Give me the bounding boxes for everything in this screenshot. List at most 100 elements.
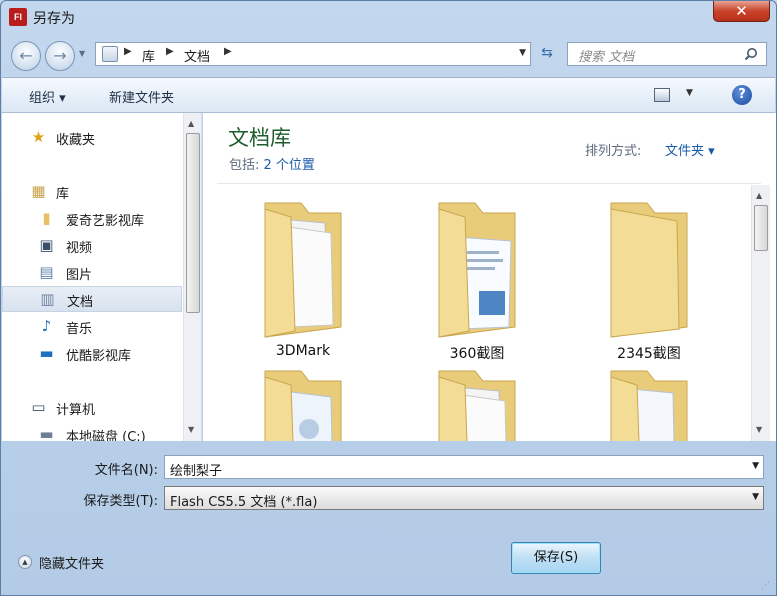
scroll-up-icon[interactable]: ▲ — [756, 191, 762, 200]
nav-label: 本地磁盘 (C:) — [66, 430, 146, 441]
search-input[interactable]: 搜索 文档 — [578, 46, 634, 65]
file-list-scrollbar[interactable]: ▲ ▼ — [751, 185, 770, 441]
close-button[interactable]: ✕ — [713, 1, 770, 22]
breadcrumb-documents[interactable]: 文档 — [184, 46, 210, 65]
save-type-value: Flash CS5.5 文档 (*.fla) — [170, 495, 318, 510]
video-library-icon: ▣ — [39, 236, 54, 254]
nav-scrollbar[interactable]: ▲ ▼ — [183, 113, 201, 441]
resize-grip-icon[interactable]: ⋰ — [761, 581, 773, 593]
nav-label: 爱奇艺影视库 — [66, 214, 145, 229]
nav-label: 收藏夹 — [56, 133, 96, 148]
arrange-by-dropdown[interactable]: 文件夹 ▾ — [665, 140, 715, 159]
folder-papers-icon — [264, 202, 342, 338]
back-arrow-icon: ← — [19, 46, 33, 65]
save-as-dialog: Fl 另存为 ✕ ← → ▼ ▶ 库 ▶ 文档 ▶ ▼ ⇆ 搜索 文档 组织 ▾… — [0, 0, 777, 596]
music-library-icon: ♪ — [41, 317, 52, 335]
star-icon: ★ — [31, 128, 46, 146]
view-mode-icon[interactable] — [654, 88, 670, 102]
breadcrumb-separator-icon[interactable]: ▶ — [224, 46, 232, 57]
nav-label: 图片 — [66, 268, 93, 283]
includes-label: 包括: — [229, 158, 260, 173]
nav-label: 计算机 — [56, 403, 96, 418]
nav-label: 视频 — [66, 241, 93, 256]
nav-label: 库 — [56, 187, 70, 202]
folder-papers-icon — [264, 370, 342, 441]
folder-item[interactable] — [407, 361, 547, 441]
library-title: 文档库 — [228, 126, 291, 150]
folder-icon: ▮ — [42, 209, 51, 227]
forward-button[interactable]: → — [45, 41, 75, 71]
window-title: 另存为 — [33, 11, 75, 27]
hide-folders-label: 隐藏文件夹 — [39, 557, 105, 572]
folder-files-icon — [610, 370, 688, 441]
folder-label: 360截图 — [449, 346, 505, 362]
computer-icon: ▭ — [31, 398, 46, 416]
folder-grid: 3DMark 360截图 2345截图 — [203, 185, 753, 441]
search-box[interactable]: 搜索 文档 — [567, 42, 767, 66]
nav-item-youku[interactable]: ▬ 优酷影视库 — [2, 341, 182, 367]
arrange-by-label: 排列方式: — [585, 144, 642, 159]
document-library-icon: ▥ — [40, 290, 55, 308]
nav-label: 文档 — [67, 295, 94, 310]
library-includes: 包括: 2 个位置 — [229, 154, 315, 173]
breadcrumb-separator-icon[interactable]: ▶ — [124, 46, 132, 57]
refresh-button[interactable]: ⇆ — [535, 42, 559, 66]
folder-label: 3DMark — [275, 343, 331, 359]
picture-library-icon: ▤ — [39, 263, 54, 281]
nav-item-documents[interactable]: ▥ 文档 — [2, 286, 182, 312]
new-folder-button[interactable]: 新建文件夹 — [109, 87, 174, 106]
youku-icon: ▬ — [39, 344, 54, 362]
scroll-down-icon[interactable]: ▼ — [188, 425, 194, 434]
nav-item-pictures[interactable]: ▤ 图片 — [2, 260, 182, 286]
forward-arrow-icon: → — [53, 46, 67, 65]
folder-item[interactable]: 360截图 — [407, 193, 547, 363]
address-bar[interactable]: ▶ 库 ▶ 文档 ▶ ▼ — [95, 42, 531, 66]
filename-label: 文件名(N): — [94, 463, 158, 478]
scroll-down-icon[interactable]: ▼ — [756, 425, 762, 434]
scroll-thumb[interactable] — [186, 133, 200, 313]
folder-item[interactable]: 3DMark — [233, 193, 373, 363]
nav-item-favorites[interactable]: ★ 收藏夹 — [2, 125, 182, 151]
folder-item[interactable] — [233, 361, 373, 441]
organize-menu[interactable]: 组织 ▾ — [29, 87, 66, 106]
divider — [217, 183, 761, 184]
folder-item[interactable] — [579, 361, 719, 441]
nav-item-libraries[interactable]: ▦ 库 — [2, 179, 182, 205]
nav-item-iqiyi[interactable]: ▮ 爱奇艺影视库 — [2, 206, 182, 232]
address-dropdown-icon[interactable]: ▼ — [519, 48, 526, 58]
library-location-icon — [102, 46, 118, 62]
save-type-label: 保存类型(T): — [83, 494, 158, 509]
filename-input[interactable]: 绘制梨子 — [170, 460, 222, 479]
nav-item-local-disk[interactable]: ▬ 本地磁盘 (C:) — [2, 422, 182, 442]
scroll-up-icon[interactable]: ▲ — [188, 119, 194, 128]
save-button[interactable]: 保存(S) — [511, 542, 601, 574]
nav-item-computer[interactable]: ▭ 计算机 — [2, 395, 182, 421]
title-bar: Fl 另存为 ✕ — [1, 1, 776, 33]
save-type-dropdown-icon[interactable]: ▼ — [752, 492, 759, 502]
library-icon: ▦ — [31, 182, 46, 200]
drive-icon: ▬ — [39, 425, 54, 442]
filename-dropdown-icon[interactable]: ▼ — [752, 461, 759, 471]
nav-label: 音乐 — [66, 322, 93, 337]
refresh-icon: ⇆ — [541, 45, 553, 61]
nav-item-videos[interactable]: ▣ 视频 — [2, 233, 182, 259]
view-dropdown-icon[interactable]: ▼ — [686, 88, 693, 98]
filename-field[interactable]: 绘制梨子 ▼ — [164, 455, 764, 479]
folder-empty-icon — [610, 202, 688, 338]
save-type-select[interactable]: Flash CS5.5 文档 (*.fla) ▼ — [164, 486, 764, 510]
nav-label: 优酷影视库 — [66, 349, 132, 364]
navigation-pane: ★ 收藏夹 ▦ 库 ▮ 爱奇艺影视库 ▣ 视频 ▤ 图片 ▥ 文档 ♪ 音乐 ▬ — [2, 113, 202, 441]
folder-item[interactable]: 2345截图 — [579, 193, 719, 363]
search-icon[interactable] — [744, 47, 758, 61]
command-bar: 组织 ▾ 新建文件夹 ▼ ? — [2, 77, 775, 113]
back-button[interactable]: ← — [11, 41, 41, 71]
folder-papers-icon — [438, 370, 516, 441]
recent-pages-dropdown[interactable]: ▼ — [79, 49, 85, 58]
scroll-thumb[interactable] — [754, 205, 768, 251]
flash-app-icon: Fl — [9, 8, 27, 26]
breadcrumb-separator-icon[interactable]: ▶ — [166, 46, 174, 57]
breadcrumb-library[interactable]: 库 — [142, 46, 155, 65]
includes-locations-link[interactable]: 2 个位置 — [264, 158, 315, 173]
help-icon[interactable]: ? — [732, 85, 752, 105]
nav-item-music[interactable]: ♪ 音乐 — [2, 314, 182, 340]
